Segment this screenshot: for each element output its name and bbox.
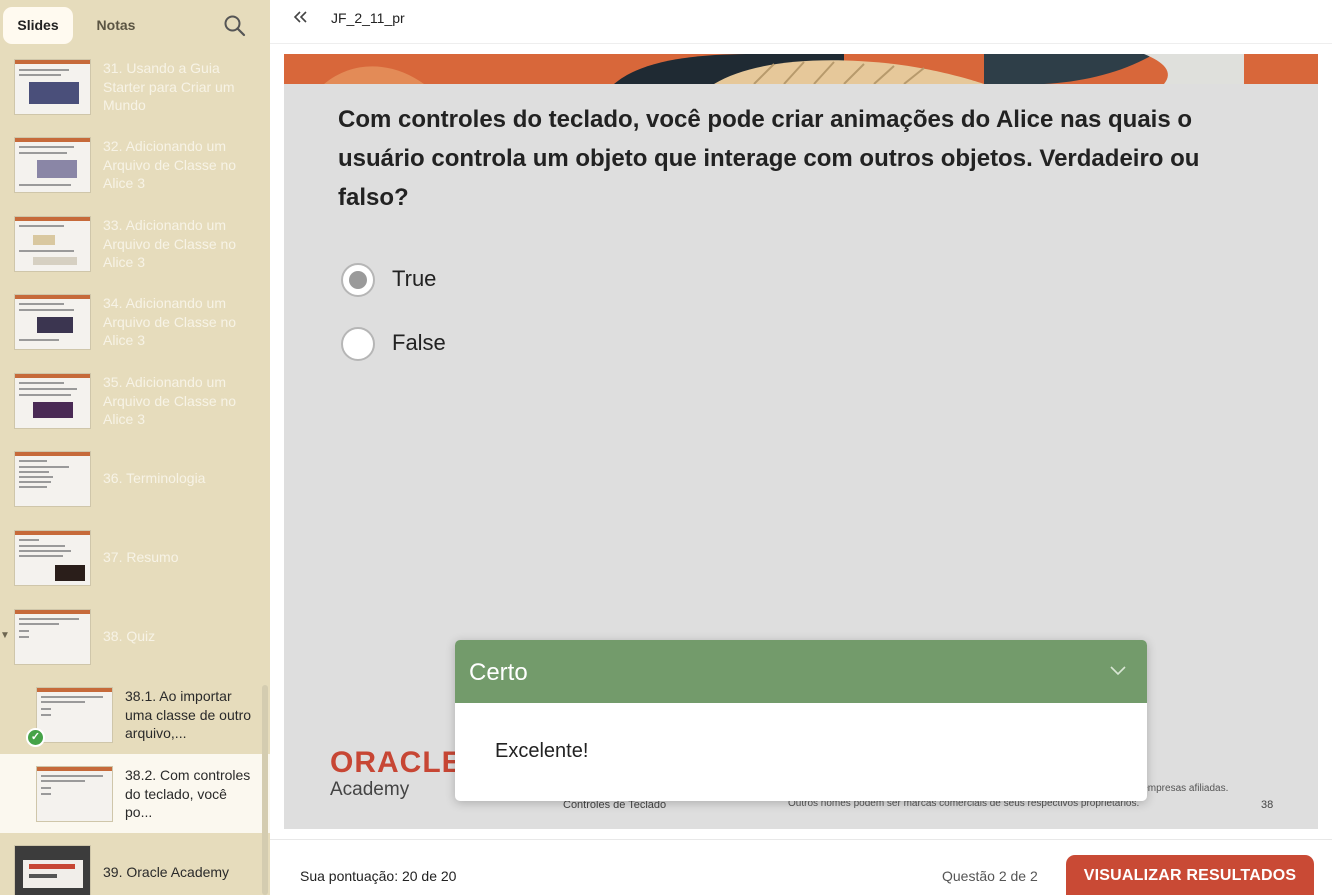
- sidebar-item-label: 31. Usando a Guia Starter para Criar um …: [103, 60, 235, 113]
- sidebar-tabs: Slides Notas: [0, 0, 270, 50]
- completed-check-icon: ✓: [26, 728, 45, 747]
- slide-thumbnail: [14, 530, 91, 586]
- sidebar-item-label: 37. Resumo: [103, 549, 179, 565]
- slide-thumbnail: [14, 845, 91, 895]
- slide-thumbnail: [14, 609, 91, 665]
- sidebar-item-label: 32. Adicionando um Arquivo de Classe no …: [103, 138, 237, 191]
- banner-pattern-icon: [284, 54, 1318, 84]
- decorative-banner: [284, 54, 1318, 84]
- search-icon: [224, 15, 246, 37]
- collapse-sidebar-button[interactable]: [292, 7, 308, 29]
- collapse-arrow-icon[interactable]: ▼: [0, 630, 10, 641]
- question-progress: Questão 2 de 2: [942, 868, 1038, 884]
- tab-slides[interactable]: Slides: [3, 7, 73, 44]
- logo-subtitle: Academy: [330, 779, 410, 800]
- slide-thumbnail: [14, 59, 91, 115]
- slide-sidebar: Slides Notas 31. Usando a Guia Starter p…: [0, 0, 270, 895]
- feedback-message: Excelente!: [495, 740, 589, 762]
- option-true[interactable]: True: [341, 263, 541, 299]
- sidebar-scrollbar[interactable]: [262, 685, 268, 895]
- option-false[interactable]: False: [341, 327, 541, 363]
- view-results-button[interactable]: VISUALIZAR RESULTADOS: [1066, 855, 1314, 895]
- slide-thumbnail: [14, 373, 91, 429]
- slide-thumbnail: [14, 451, 91, 507]
- sidebar-item-label: 34. Adicionando um Arquivo de Classe no …: [103, 295, 237, 348]
- score-text: Sua pontuação: 20 de 20: [300, 868, 457, 884]
- radio-button[interactable]: [341, 327, 375, 361]
- slide-page-number: 38: [1261, 799, 1274, 811]
- slide-thumbnail: [14, 294, 91, 350]
- sidebar-item-label: 35. Adicionando um Arquivo de Classe no …: [103, 374, 237, 427]
- search-button[interactable]: [222, 13, 248, 39]
- document-title: JF_2_11_pr: [331, 10, 405, 26]
- top-bar: JF_2_11_pr: [270, 0, 1332, 44]
- bottom-bar: Sua pontuação: 20 de 20 Questão 2 de 2 V…: [270, 839, 1332, 895]
- radio-button-selected[interactable]: [341, 263, 375, 297]
- option-label: True: [392, 266, 437, 291]
- sidebar-item-label: 38.2. Com controles do teclado, você po.…: [125, 767, 251, 820]
- sidebar-item-label: 39. Oracle Academy: [103, 864, 230, 880]
- option-label: False: [392, 330, 446, 355]
- sidebar-item-label: 36. Terminologia: [103, 470, 206, 486]
- chevron-down-icon[interactable]: [1109, 661, 1127, 679]
- slide-thumbnail: [14, 137, 91, 193]
- sidebar-item-label: 33. Adicionando um Arquivo de Classe no …: [103, 217, 237, 270]
- question-text: Com controles do teclado, você pode cria…: [338, 106, 1200, 211]
- double-chevron-left-icon: [293, 11, 307, 23]
- feedback-panel: Certo Excelente!: [455, 640, 1147, 801]
- feedback-header[interactable]: Certo: [455, 640, 1147, 703]
- tab-notes[interactable]: Notas: [80, 7, 152, 44]
- oracle-academy-logo: ORACLE Academy: [330, 748, 463, 802]
- sidebar-item-label: 38.1. Ao importar uma classe de outro ar…: [125, 688, 252, 741]
- logo-wordmark: ORACLE: [330, 746, 463, 779]
- feedback-title: Certo: [469, 659, 528, 686]
- slide-thumbnail: [36, 766, 113, 822]
- slide-thumbnail: [14, 216, 91, 272]
- slide-thumbnail: [36, 687, 113, 743]
- sidebar-item-label: 38. Quiz: [103, 628, 156, 644]
- quiz-player: Slides Notas 31. Usando a Guia Starter p…: [0, 0, 1332, 895]
